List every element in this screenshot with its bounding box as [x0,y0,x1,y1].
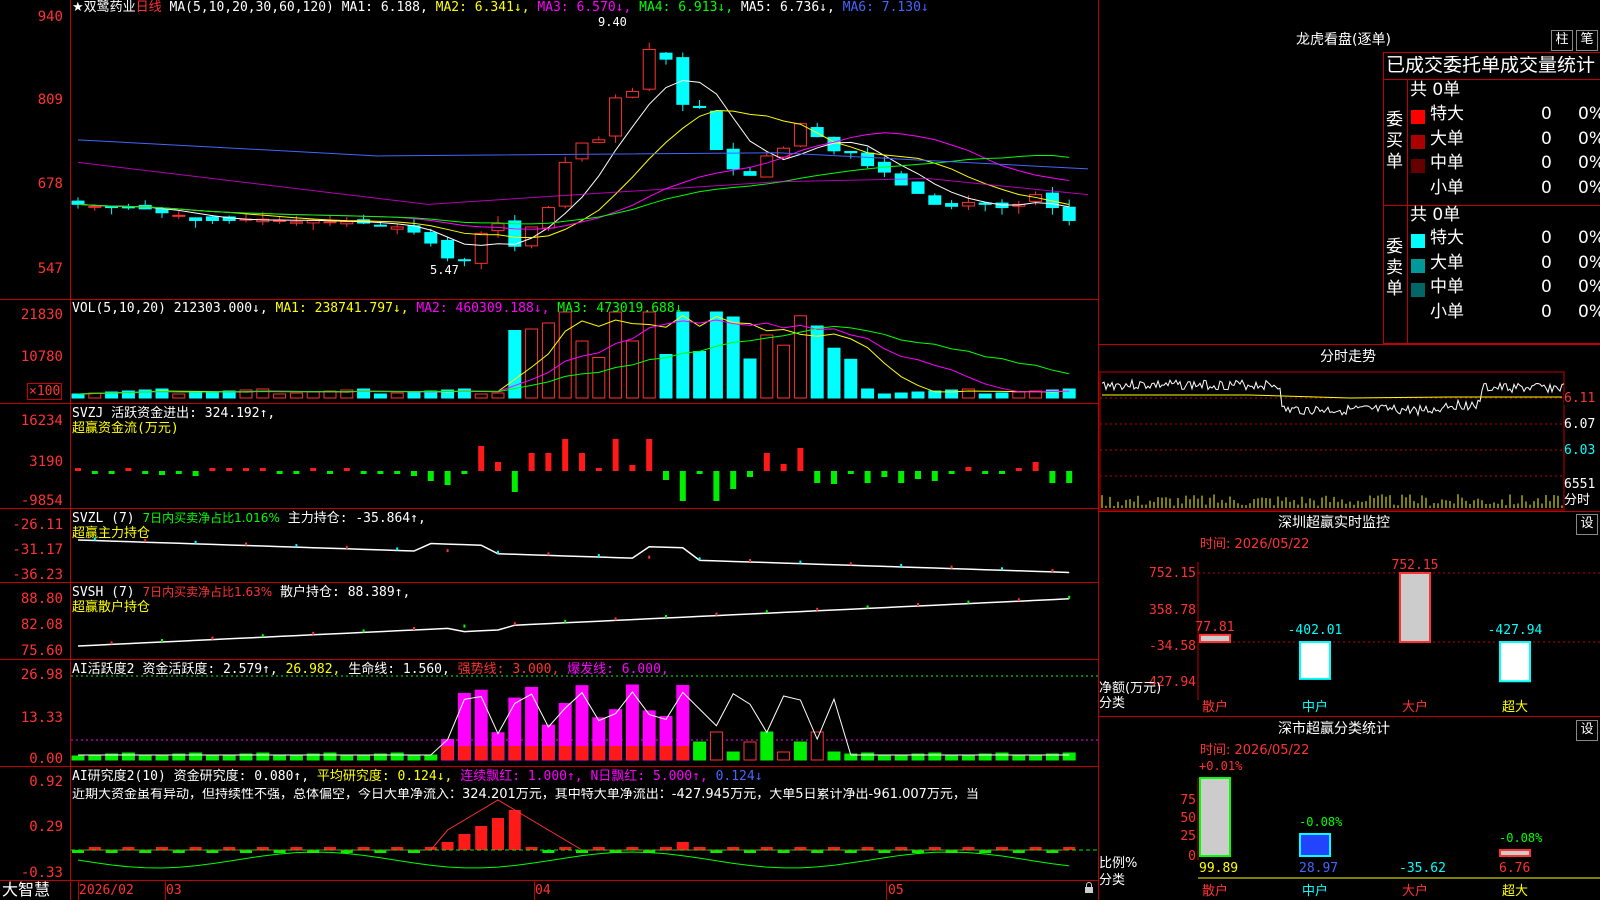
sz-class-xlabel: 分类 [1099,873,1126,888]
class-tick: 50 [1180,811,1196,826]
class-value: 6.76 [1499,861,1530,876]
class-bar [1499,849,1531,857]
class-tick: 75 [1180,793,1196,808]
sz-class-chart: 75 50 25 0 +0.01% 99.89 散户 -0.08% 28.97 中户 -35.62 大… [1180,759,1600,899]
class-value: 99.89 [1199,861,1238,876]
class-tick: 0 [1188,849,1196,864]
class-tick: 25 [1180,829,1196,844]
class-value: -35.62 [1399,861,1446,876]
class-change: -0.08% [1299,815,1343,829]
class-bar [1299,833,1331,857]
category-label: 散户 [1202,883,1228,899]
class-value: 28.97 [1299,861,1338,876]
class-change: -0.08% [1499,831,1543,845]
category-label: 大户 [1402,883,1428,899]
class-bar [1199,777,1231,857]
category-label: 超大 [1502,884,1528,899]
class-change: +0.01% [1199,759,1243,773]
category-label: 中户 [1302,883,1328,899]
sz-class-ylabel: 比例% [1099,856,1138,871]
